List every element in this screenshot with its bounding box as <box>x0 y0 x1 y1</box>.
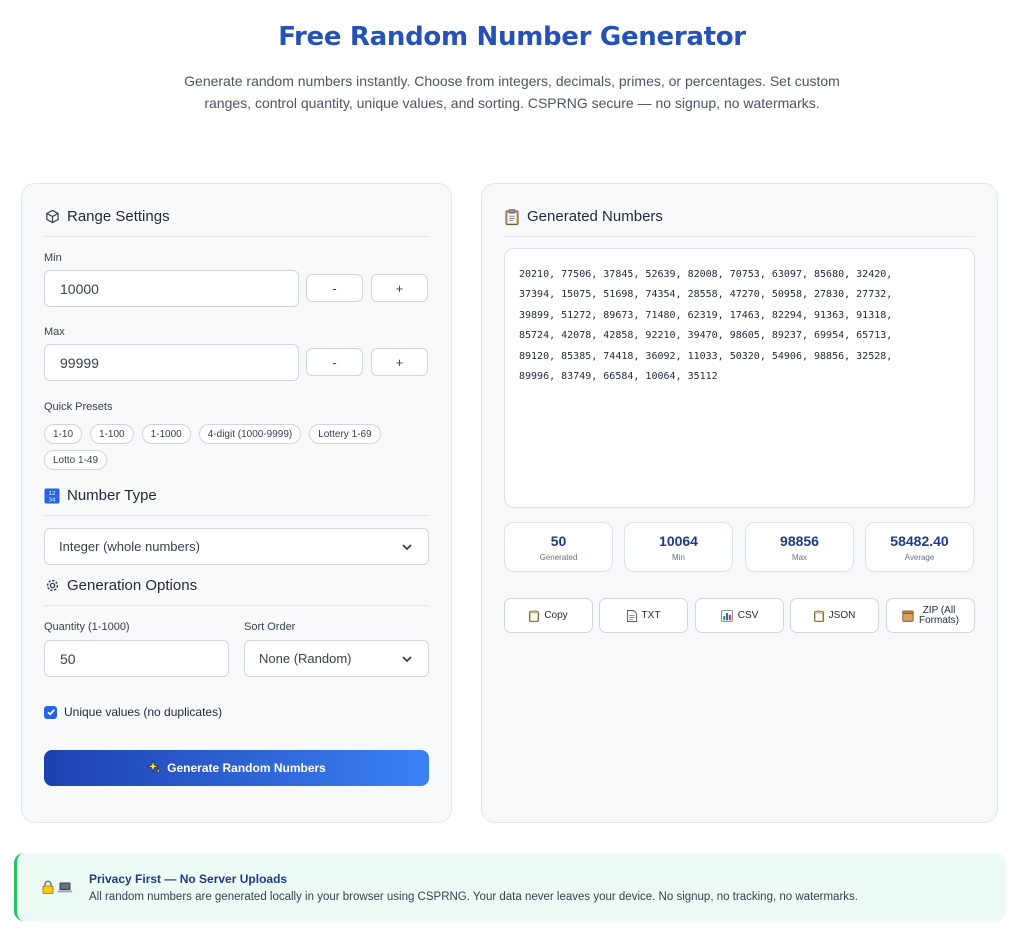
results-panel: Generated Numbers 20210, 77506, 37845, 5… <box>481 183 998 823</box>
range-settings-title: Range Settings <box>67 208 170 225</box>
generation-options-title: Generation Options <box>67 577 198 594</box>
stat-average-value: 58482.40 <box>890 533 949 549</box>
privacy-icons <box>41 880 73 894</box>
svg-text:12: 12 <box>49 491 56 497</box>
stat-generated-label: Generated <box>539 553 578 562</box>
download-zip-label: ZIP (All Formats) <box>919 604 959 626</box>
copy-button[interactable]: Copy <box>504 598 593 633</box>
settings-panel: Range Settings Min 10000 - + Max 99999 -… <box>21 183 452 823</box>
min-input[interactable]: 10000 <box>44 270 299 307</box>
download-txt-button[interactable]: TXT <box>599 598 688 633</box>
preset-4-digit[interactable]: 4-digit (1000-9999) <box>198 424 302 444</box>
stat-max-label: Max <box>791 553 808 562</box>
min-label: Min <box>44 252 62 264</box>
download-json-label: JSON <box>828 610 856 621</box>
stat-generated-value: 50 <box>550 533 567 549</box>
download-csv-button[interactable]: CSV <box>695 598 784 633</box>
unique-values-option[interactable]: Unique values (no duplicates) <box>44 705 222 719</box>
stat-average: 58482.40 Average <box>865 522 974 572</box>
unique-values-label: Unique values (no duplicates) <box>64 705 223 719</box>
sparkles-icon <box>146 759 162 777</box>
sort-order-value: None (Random) <box>259 651 352 666</box>
generate-button[interactable]: Generate Random Numbers <box>44 750 429 786</box>
bar-chart-icon <box>720 609 733 622</box>
download-csv-label: CSV <box>737 610 759 621</box>
stat-max-value: 98856 <box>780 533 819 549</box>
preset-1-10[interactable]: 1-10 <box>44 424 83 444</box>
quantity-label: Quantity (1-1000) <box>44 621 130 633</box>
cube-icon <box>44 209 60 225</box>
gear-icon <box>44 578 60 594</box>
generation-options-header: Generation Options <box>44 577 429 606</box>
svg-text:34: 34 <box>49 497 56 503</box>
zip-label-line1: ZIP (All <box>922 604 956 616</box>
quantity-input[interactable]: 50 <box>44 640 229 677</box>
preset-lottery-1-69[interactable]: Lottery 1-69 <box>309 424 381 444</box>
clipboard-icon <box>529 609 540 622</box>
preset-1-100[interactable]: 1-100 <box>90 424 134 444</box>
stat-max: 98856 Max <box>745 522 854 572</box>
document-icon <box>626 609 637 622</box>
page-header: Free Random Number Generator Generate ra… <box>0 22 1024 114</box>
privacy-title: Privacy First — No Server Uploads <box>89 871 288 886</box>
max-input[interactable]: 99999 <box>44 344 299 381</box>
lock-icon <box>42 880 54 894</box>
max-increment-button[interactable]: + <box>371 348 428 376</box>
sort-order-label: Sort Order <box>244 621 296 633</box>
clipboard-icon <box>504 208 520 225</box>
max-label: Max <box>44 326 65 338</box>
package-icon <box>902 610 914 622</box>
check-icon <box>46 709 55 716</box>
preset-lotto-1-49[interactable]: Lotto 1-49 <box>44 450 108 470</box>
download-json-button[interactable]: JSON <box>790 598 879 633</box>
preset-1-1000[interactable]: 1-1000 <box>141 424 191 444</box>
chevron-down-icon <box>402 655 412 662</box>
stat-average-label: Average <box>904 553 935 562</box>
numbers-icon: 12 34 <box>44 488 60 504</box>
privacy-banner: Privacy First — No Server Uploads All ra… <box>14 853 1006 921</box>
number-type-header: 12 34 Number Type <box>44 487 429 516</box>
stat-min-value: 10064 <box>659 533 698 549</box>
generate-button-label: Generate Random Numbers <box>167 761 326 775</box>
unique-values-checkbox[interactable] <box>44 705 57 719</box>
privacy-text: All random numbers are generated locally… <box>89 890 858 903</box>
max-decrement-button[interactable]: - <box>306 348 363 376</box>
stat-generated: 50 Generated <box>504 522 613 572</box>
clipboard-icon <box>813 609 824 622</box>
stat-min-label: Min <box>672 553 685 562</box>
generated-numbers-title: Generated Numbers <box>527 208 663 225</box>
generated-numbers-header: Generated Numbers <box>504 208 975 237</box>
number-type-title: Number Type <box>67 487 157 504</box>
chevron-down-icon <box>402 543 412 550</box>
number-type-value: Integer (whole numbers) <box>59 539 200 554</box>
range-settings-header: Range Settings <box>44 208 429 237</box>
min-decrement-button[interactable]: - <box>306 274 363 302</box>
copy-button-label: Copy <box>544 610 568 621</box>
download-zip-button[interactable]: ZIP (All Formats) <box>886 598 975 633</box>
laptop-icon <box>57 882 73 893</box>
zip-label-line2: Formats) <box>919 614 959 626</box>
quick-presets: 1-10 1-100 1-1000 4-digit (1000-9999) Lo… <box>44 424 434 470</box>
numbers-output[interactable]: 20210, 77506, 37845, 52639, 82008, 70753… <box>504 248 975 508</box>
number-type-select[interactable]: Integer (whole numbers) <box>44 528 429 565</box>
page-title: Free Random Number Generator <box>278 22 746 52</box>
quick-presets-label: Quick Presets <box>44 401 113 413</box>
min-increment-button[interactable]: + <box>371 274 428 302</box>
page-description: Generate random numbers instantly. Choos… <box>184 73 840 111</box>
download-txt-label: TXT <box>641 610 661 621</box>
sort-order-select[interactable]: None (Random) <box>244 640 429 677</box>
stat-min: 10064 Min <box>624 522 733 572</box>
